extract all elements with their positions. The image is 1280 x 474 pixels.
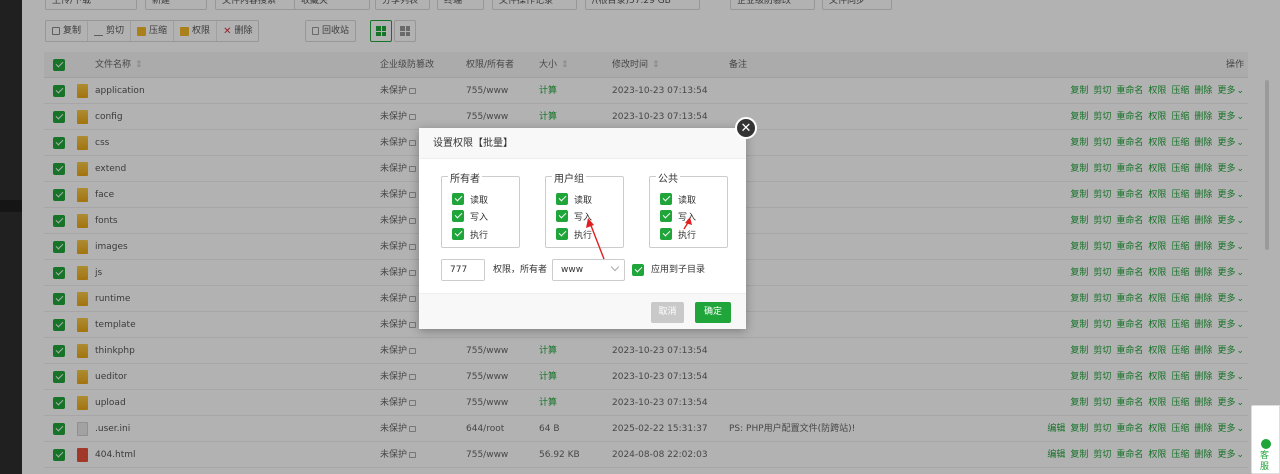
customer-service-widget[interactable]: 客服 xyxy=(1251,405,1280,474)
group-exec-checkbox[interactable] xyxy=(556,228,568,240)
owner-write-option[interactable]: 写入 xyxy=(452,209,488,223)
public-legend: 公共 xyxy=(656,170,680,185)
permission-value-input[interactable]: 777 xyxy=(441,259,485,281)
headset-icon xyxy=(1261,439,1271,449)
group-legend: 用户组 xyxy=(552,170,586,185)
owner-write-label: 写入 xyxy=(470,212,489,223)
group-read-checkbox[interactable] xyxy=(556,193,568,205)
confirm-button[interactable]: 确定 xyxy=(695,302,731,323)
close-icon[interactable]: ✕ xyxy=(735,117,757,139)
owner-exec-option[interactable]: 执行 xyxy=(452,227,488,241)
cancel-button[interactable]: 取消 xyxy=(651,302,684,323)
permission-owner-label: 权限，所有者 xyxy=(493,265,548,275)
apply-subdir-checkbox[interactable] xyxy=(632,264,644,276)
public-exec-checkbox[interactable] xyxy=(660,228,672,240)
owner-read-checkbox[interactable] xyxy=(452,193,464,205)
owner-fieldset: 所有者 读取 写入 执行 xyxy=(441,170,520,248)
annotation-arrow-icon xyxy=(683,217,692,230)
dialog-title: 设置权限【批量】 xyxy=(419,128,746,159)
chevron-down-icon xyxy=(610,262,620,272)
dialog-footer: 取消 确定 xyxy=(419,293,746,329)
public-read-label: 读取 xyxy=(678,195,697,206)
group-read-option[interactable]: 读取 xyxy=(556,192,592,206)
owner-read-label: 读取 xyxy=(470,195,489,206)
owner-exec-checkbox[interactable] xyxy=(452,228,464,240)
customer-service-label: 客服 xyxy=(1260,451,1270,472)
apply-subdir-label: 应用到子目录 xyxy=(651,265,706,275)
public-read-checkbox[interactable] xyxy=(660,193,672,205)
owner-exec-label: 执行 xyxy=(470,230,489,241)
public-write-checkbox[interactable] xyxy=(660,210,672,222)
public-read-option[interactable]: 读取 xyxy=(660,192,696,206)
annotation-arrow-icon xyxy=(586,218,605,260)
group-read-label: 读取 xyxy=(574,195,593,206)
owner-write-checkbox[interactable] xyxy=(452,210,464,222)
public-fieldset: 公共 读取 写入 执行 xyxy=(649,170,728,248)
owner-legend: 所有者 xyxy=(448,170,482,185)
group-write-checkbox[interactable] xyxy=(556,210,568,222)
owner-read-option[interactable]: 读取 xyxy=(452,192,488,206)
owner-select-value: www xyxy=(561,265,584,275)
